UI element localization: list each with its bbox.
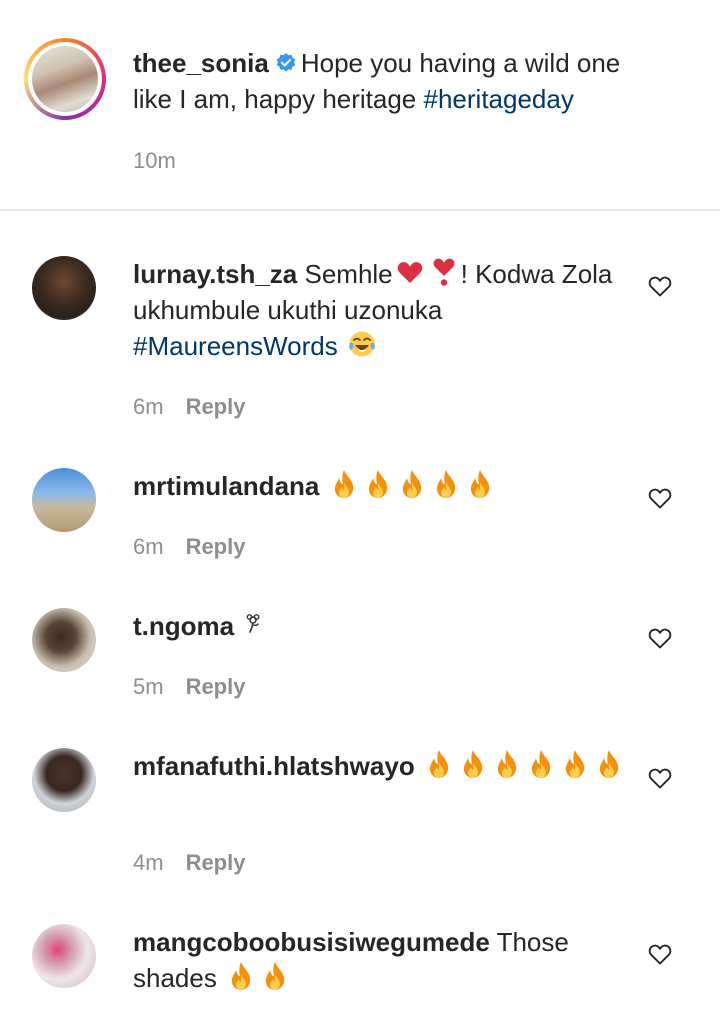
fire-emoji [595,749,623,779]
tears-of-joy-emoji [348,329,376,359]
comment-meta: 5m Reply [133,673,245,701]
red-heart-emoji [396,257,424,287]
comment-username[interactable]: mrtimulandana [133,471,319,501]
fire-emoji [561,749,589,779]
comment-text: lurnay.tsh_za Semhle! Kodwa Zola ukhumbu… [133,256,643,364]
story-ring-avatar[interactable] [24,38,106,120]
comment-text: t.ngoma [133,608,643,644]
reply-button[interactable]: Reply [186,394,246,419]
fire-emoji [398,469,426,499]
caption-timestamp: 10m [133,148,176,173]
comment-hashtag[interactable]: #MaureensWords [133,331,338,361]
fire-emoji [261,961,289,991]
comment-meta: 6m Reply [133,533,245,561]
comment-meta: 6m Reply [133,393,245,421]
comment-username[interactable]: mangcoboobusisiwegumede [133,927,490,957]
comment-timestamp: 5m [133,674,164,699]
like-heart-icon[interactable] [648,943,672,965]
fire-emoji [425,749,453,779]
fire-emoji [432,469,460,499]
fire-emoji [459,749,487,779]
fire-emoji [330,469,358,499]
fire-emoji [227,961,255,991]
fire-emoji [364,469,392,499]
reply-button[interactable]: Reply [186,850,246,875]
post-caption: thee_sonia Hope you having a wild one lik… [0,0,720,210]
comment-username[interactable]: t.ngoma [133,611,234,641]
comment-timestamp: 6m [133,534,164,559]
rosette-emoji [244,609,264,639]
caption-username[interactable]: thee_sonia [133,48,269,78]
avatar[interactable] [32,748,96,812]
heart-exclamation-emoji [430,257,458,287]
caption-text: thee_sonia Hope you having a wild one lik… [133,45,643,117]
comment-username[interactable]: mfanafuthi.hlatshwayo [133,751,415,781]
like-heart-icon[interactable] [648,275,672,297]
caption-meta: 10m [133,147,176,175]
comment-text: mangcoboobusisiwegumede Those shades [133,924,643,996]
fire-emoji [466,469,494,499]
like-heart-icon[interactable] [648,767,672,789]
avatar[interactable] [32,924,96,988]
comment-text: mrtimulandana [133,468,643,504]
comment-meta: 4m Reply [133,849,245,877]
comment-text: mfanafuthi.hlatshwayo [133,748,643,784]
divider [0,209,720,211]
fire-emoji [527,749,555,779]
caption-hashtag[interactable]: #heritageday [424,84,574,114]
comment-username[interactable]: lurnay.tsh_za [133,259,297,289]
avatar [32,46,98,112]
comment-timestamp: 4m [133,850,164,875]
verified-badge-icon [275,47,297,72]
fire-emoji [493,749,521,779]
like-heart-icon[interactable] [648,487,672,509]
like-heart-icon[interactable] [648,627,672,649]
comment-body: Semhle [304,259,393,289]
avatar[interactable] [32,608,96,672]
comment-timestamp: 6m [133,394,164,419]
avatar[interactable] [32,256,96,320]
reply-button[interactable]: Reply [186,534,246,559]
reply-button[interactable]: Reply [186,674,246,699]
avatar[interactable] [32,468,96,532]
